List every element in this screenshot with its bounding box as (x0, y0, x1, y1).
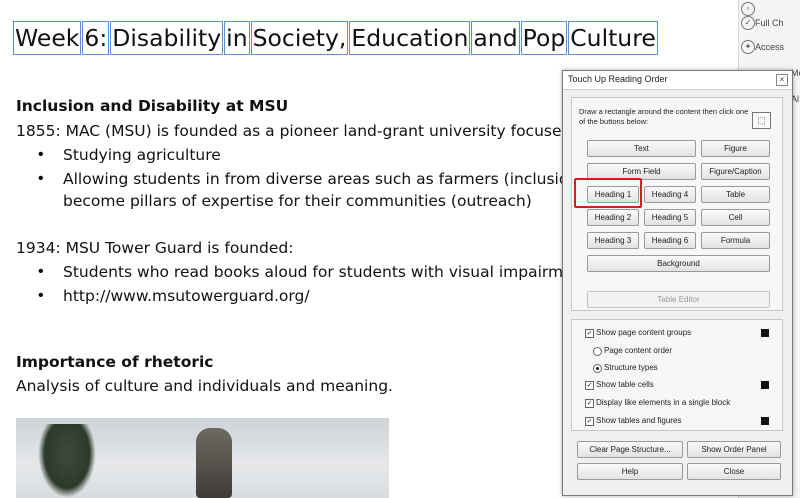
option-label: Show table cells (596, 380, 654, 389)
select-region-icon[interactable]: ⬚ (752, 112, 771, 129)
page-content-order-radio[interactable] (593, 347, 602, 356)
heading4-button[interactable]: Heading 4 (644, 186, 696, 203)
section-line: 1934: MSU Tower Guard is founded: (16, 239, 294, 257)
cell-button[interactable]: Cell (701, 209, 770, 226)
tree-shape (38, 424, 96, 498)
document-icon: ▫ (741, 2, 755, 16)
bullet-text: Studying agriculture (63, 146, 221, 164)
full-check-icon[interactable]: ✓ (741, 16, 755, 30)
sparty-statue-photo (16, 418, 389, 498)
background-button[interactable]: Background (587, 255, 770, 272)
title-word: Disability (110, 21, 224, 55)
title-word: Week (12, 21, 82, 55)
title-word: Education (349, 21, 471, 55)
bullet-text: Students who read books aloud for studen… (63, 263, 583, 281)
show-table-cells-checkbox[interactable]: ✓ (585, 381, 594, 390)
title-word: Culture (568, 21, 658, 55)
statue-shape (196, 428, 232, 498)
show-tables-and-figures-checkbox[interactable]: ✓ (585, 417, 594, 426)
figure-button[interactable]: Figure (701, 140, 770, 157)
bullet-dot: • (38, 146, 44, 163)
table-editor-button: Table Editor (587, 291, 770, 308)
structure-types-radio[interactable] (593, 364, 602, 373)
bullet-link[interactable]: http://www.msutowerguard.org/ (63, 287, 310, 305)
title-word: Pop (520, 21, 568, 55)
section-heading-inclusion: Inclusion and Disability at MSU (16, 97, 289, 115)
clear-page-structure-button[interactable]: Clear Page Structure... (577, 441, 683, 458)
help-button[interactable]: Help (577, 463, 683, 480)
close-icon[interactable]: × (776, 74, 788, 86)
side-item-access[interactable]: Access (755, 42, 784, 52)
heading5-button[interactable]: Heading 5 (644, 209, 696, 226)
title-word: in (224, 21, 250, 55)
formula-button[interactable]: Formula (701, 232, 770, 249)
touch-up-reading-order-dialog: Touch Up Reading Order × Draw a rectangl… (562, 70, 793, 496)
content-groups-color-swatch[interactable] (761, 329, 769, 337)
tables-figures-color-swatch[interactable] (761, 417, 769, 425)
show-page-content-groups-checkbox[interactable]: ✓ (585, 329, 594, 338)
dialog-instructions: Draw a rectangle around the content then… (579, 107, 749, 126)
heading3-button[interactable]: Heading 3 (587, 232, 639, 249)
option-label: Structure types (604, 363, 658, 372)
page-title: Week 6: Disability in Society, Education and Po… (12, 21, 660, 55)
side-item-full-check[interactable]: Full Ch (755, 18, 784, 28)
option-label: Page content order (604, 346, 673, 355)
section-line: Analysis of culture and individuals and … (16, 377, 393, 395)
title-word: 6: (82, 21, 110, 55)
option-label: Show page content groups (596, 328, 692, 337)
bullet-text: Allowing students in from diverse areas … (63, 170, 585, 188)
dialog-title: Touch Up Reading Order (568, 74, 668, 84)
close-button[interactable]: Close (687, 463, 781, 480)
display-like-elements-checkbox[interactable]: ✓ (585, 399, 594, 408)
title-word: and (471, 21, 520, 55)
heading6-button[interactable]: Heading 6 (644, 232, 696, 249)
bullet-text-continued: become pillars of expertise for their co… (63, 192, 532, 210)
table-cells-color-swatch[interactable] (761, 381, 769, 389)
title-word: Society, (250, 21, 349, 55)
heading1-highlight-box (574, 178, 642, 208)
text-button[interactable]: Text (587, 140, 696, 157)
figure-caption-button[interactable]: Figure/Caption (701, 163, 770, 180)
heading2-button[interactable]: Heading 2 (587, 209, 639, 226)
bullet-dot: • (38, 287, 44, 304)
accessibility-icon[interactable]: ✦ (741, 40, 755, 54)
option-label: Show tables and figures (596, 416, 682, 425)
table-button[interactable]: Table (701, 186, 770, 203)
dialog-title-bar[interactable]: Touch Up Reading Order × (563, 71, 792, 90)
section-heading-rhetoric: Importance of rhetoric (16, 353, 214, 371)
bullet-dot: • (38, 263, 44, 280)
option-label: Display like elements in a single block (596, 398, 731, 407)
section-line: 1855: MAC (MSU) is founded as a pioneer … (16, 122, 586, 140)
bullet-dot: • (38, 170, 44, 187)
show-order-panel-button[interactable]: Show Order Panel (687, 441, 781, 458)
